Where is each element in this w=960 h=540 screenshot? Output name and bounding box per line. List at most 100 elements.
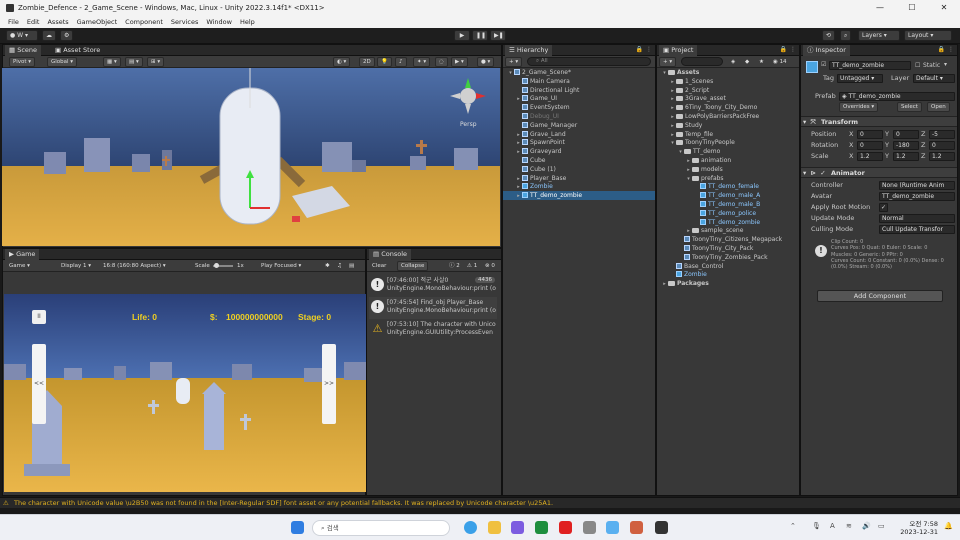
project-item[interactable]: ToonyTiny_Zombies_Pack [657,253,799,262]
tab-project[interactable]: ▣ Project [659,45,698,56]
hierarchy-item[interactable]: ▸ Player_Base [503,174,655,183]
object-name-field[interactable]: TT_demo_zombie [829,61,911,70]
taskbar-search-input[interactable]: ⌕ 검색 [312,520,450,536]
layers-dropdown[interactable]: Layers ▾ [858,30,900,41]
prefab-open-button[interactable]: Open [927,102,950,112]
app-icon[interactable] [583,521,596,534]
animator-field-value[interactable]: TT_demo_zombie [879,191,955,201]
project-item[interactable]: ▾ ToonyTinyPeople [657,138,799,147]
axis-y-label[interactable]: Y [885,151,889,161]
menu-edit[interactable]: Edit [27,18,40,26]
snap-increment-button[interactable]: ⊞ ▾ [147,57,165,67]
wifi-icon[interactable]: ≋ [846,522,852,530]
gizmos-dropdown[interactable]: ● ▾ [477,57,495,67]
filter-type-icon[interactable]: ◈ [727,57,739,67]
project-item[interactable]: ▸ sample_scene [657,226,799,235]
project-item[interactable]: ToonyTiny_City_Pack [657,244,799,253]
hierarchy-search-input[interactable]: ⌕ All [527,57,651,66]
mode-2d-button[interactable]: 2D [359,57,375,67]
youtube-icon[interactable] [559,521,572,534]
tab-game[interactable]: ▶ Game [5,249,40,260]
hierarchy-item[interactable]: Cube [503,156,655,165]
clock-date[interactable]: 2023-12-31 [900,528,938,536]
menu-services[interactable]: Services [171,18,198,26]
grid-snap-button[interactable]: ▦ ▾ [103,57,121,67]
tab-console[interactable]: ▤ Console [369,249,412,260]
game-pause-button[interactable]: II [32,310,46,324]
step-button[interactable]: ▶❚ [490,30,506,41]
transform-scale-y-field[interactable]: 1.2 [893,151,919,161]
layer-dropdown[interactable]: Default ▾ [913,74,955,83]
project-item[interactable]: TT_demo_male_A [657,191,799,200]
grid-button[interactable]: ▤ ▾ [125,57,143,67]
axis-x-label[interactable]: X [849,151,853,161]
stats-icon[interactable]: ▤ [345,261,358,271]
move-right-button[interactable]: >> [322,344,336,424]
prefab-asset-field[interactable]: ◈ TT_demo_zombie [839,92,955,101]
console-warn-count[interactable]: ⚠ 1 [463,261,481,271]
effects-dropdown[interactable]: ✦ ▾ [413,57,431,67]
project-item[interactable]: ▾ TT_demo [657,147,799,156]
camera-settings-icon[interactable]: ▶ ▾ [451,57,468,67]
project-item[interactable]: ▸ models [657,165,799,174]
project-item[interactable]: Base_Control [657,262,799,271]
menu-component[interactable]: Component [125,18,163,26]
more-options-icon[interactable]: ⋮ [790,46,796,53]
maximize-button[interactable]: ☐ [896,0,928,16]
project-item[interactable]: ToonyTiny_Citizens_Megapack [657,235,799,244]
microphone-icon[interactable]: 🎙 [812,522,821,530]
status-bar[interactable]: ⚠ The character with Unicode value \u2B5… [0,497,960,508]
play-mode-dropdown[interactable]: Play Focused ▾ [257,261,305,271]
volume-icon[interactable]: 🔊 [862,522,871,530]
tag-dropdown[interactable]: Untagged ▾ [837,74,883,83]
persp-label[interactable]: Persp [460,121,477,128]
hierarchy-item[interactable]: ▸ TT_demo_zombie [503,191,655,201]
play-button[interactable]: ▶ [454,30,470,41]
animator-field-value[interactable]: Normal [879,213,955,223]
excel-icon[interactable] [535,521,548,534]
project-add-button[interactable]: + ▾ [659,57,677,67]
audio-toggle-icon[interactable]: ♪ [395,57,407,67]
transform-rotation-y-field[interactable]: -180 [893,140,919,150]
bug-icon[interactable]: ✱ [321,261,334,271]
lock-icon[interactable]: 🔒 [938,46,945,53]
transform-position-z-field[interactable]: -5 [929,129,955,139]
layout-dropdown[interactable]: Layout ▾ [904,30,952,41]
hierarchy-add-button[interactable]: + ▾ [505,57,523,67]
account-button[interactable]: ● W ▾ [6,30,38,41]
console-error-count[interactable]: ⊗ 0 [481,261,499,271]
animator-field-value[interactable]: ✓ [879,202,888,212]
tab-hierarchy[interactable]: ☰ Hierarchy [505,45,553,56]
console-message-2[interactable]: ! [07:45:54] Find_obj Player_Base UnityEn… [369,297,497,319]
lighting-toggle-icon[interactable]: 💡 [377,57,392,67]
project-item[interactable]: Zombie [657,270,799,279]
lock-icon[interactable]: 🔒 [780,46,787,53]
mute-audio-icon[interactable]: ♫ [333,261,346,271]
tab-asset-store[interactable]: ▣ Asset Store [51,45,104,56]
axis-x-label[interactable]: X [849,129,853,139]
hierarchy-item[interactable]: Debug_UI [503,112,655,121]
hidden-packages-icon[interactable]: ◉ 14 [769,57,791,67]
ime-icon[interactable]: A [830,522,835,530]
transform-rotation-z-field[interactable]: 0 [929,140,955,150]
static-checkbox[interactable]: ☐ [915,62,920,69]
tray-chevron-icon[interactable]: ⌃ [790,522,796,530]
project-item[interactable]: ▸ 3Grave_asset [657,94,799,103]
paint-icon[interactable] [630,521,643,534]
project-search-input[interactable] [681,57,723,66]
transform-position-x-field[interactable]: 0 [857,129,883,139]
aspect-dropdown[interactable]: 16:8 (160:80 Aspect) ▾ [99,261,170,271]
project-item[interactable]: ▾ prefabs [657,174,799,183]
menu-help[interactable]: Help [240,18,255,26]
animator-field-value[interactable]: Cull Update Transfor [879,224,955,234]
transform-scale-x-field[interactable]: 1.2 [857,151,883,161]
hierarchy-item[interactable]: ▸ Graveyard [503,147,655,156]
transform-scale-z-field[interactable]: 1.2 [929,151,955,161]
static-dropdown[interactable]: ▾ [944,61,947,68]
scene-viewport[interactable]: Persp [2,68,500,246]
console-clear-button[interactable]: Clear [368,261,390,271]
game-mode-dropdown[interactable]: Game ▾ [5,261,34,271]
axis-z-label[interactable]: Z [921,140,925,150]
hierarchy-item[interactable]: ▸ Grave_Land [503,130,655,139]
search-icon[interactable]: ⌕ [840,30,852,41]
